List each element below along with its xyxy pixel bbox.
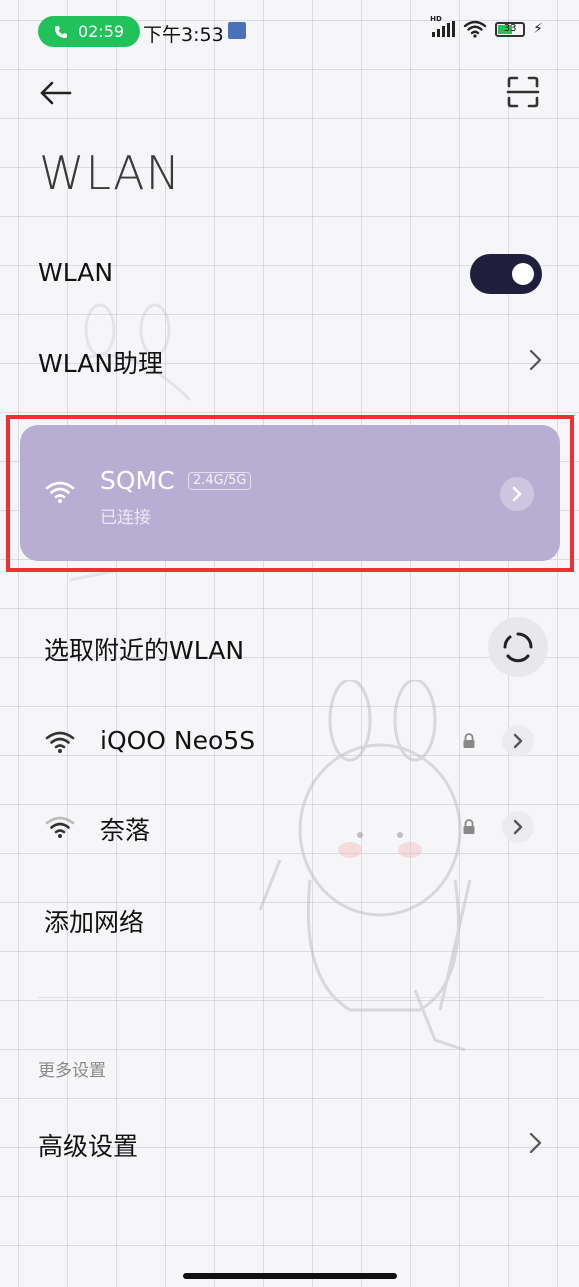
page-title: WLAN: [39, 146, 182, 200]
charging-icon: ⚡: [533, 21, 543, 37]
connection-status: 已连接: [100, 508, 151, 528]
network-details-button[interactable]: [502, 811, 534, 843]
wifi-signal-icon: [45, 731, 75, 753]
network-details-button[interactable]: [502, 725, 534, 757]
connected-ssid: SQMC: [100, 466, 175, 495]
wlan-assistant-label: WLAN助理: [38, 349, 164, 378]
lock-icon: [463, 819, 475, 834]
battery-level: 33: [503, 22, 517, 34]
wlan-toggle-label: WLAN: [38, 258, 114, 287]
nearby-networks-title: 选取附近的WLAN: [44, 636, 245, 665]
refresh-icon: [503, 632, 533, 663]
ongoing-call-indicator[interactable]: 02:59: [38, 16, 140, 47]
scan-qr-icon[interactable]: [505, 75, 541, 109]
status-icons: HD 33 ⚡: [430, 15, 543, 38]
chevron-right-icon: [529, 1132, 542, 1154]
toggle-knob: [512, 263, 534, 285]
wifi-status-icon: [463, 20, 487, 38]
call-duration: 02:59: [77, 22, 125, 41]
cellular-signal-icon: HD: [430, 15, 456, 37]
network-list-item[interactable]: [0, 796, 579, 856]
back-arrow-icon[interactable]: [38, 78, 74, 108]
band-badge: 2.4G/5G: [188, 472, 252, 490]
status-clock: 下午3:53: [143, 24, 224, 46]
lock-icon: [463, 733, 475, 748]
wifi-signal-icon: [45, 816, 75, 838]
chevron-right-icon: [512, 486, 522, 502]
battery-icon: 33: [495, 21, 526, 37]
network-list-item[interactable]: [0, 710, 579, 770]
more-settings-section-title: 更多设置: [38, 1061, 106, 1081]
wlan-toggle-switch[interactable]: [470, 254, 542, 294]
chevron-right-icon: [513, 733, 523, 749]
gallery-notification-icon: [228, 22, 246, 39]
refresh-button[interactable]: [488, 617, 548, 677]
network-name: iQOO Neo5S: [100, 726, 256, 755]
home-indicator[interactable]: [183, 1273, 397, 1279]
chevron-right-icon: [513, 819, 523, 835]
network-details-button[interactable]: [500, 477, 534, 511]
add-network-button[interactable]: 添加网络: [44, 903, 144, 939]
phone-icon: [54, 25, 67, 38]
chevron-right-icon: [529, 349, 542, 371]
divider: [38, 997, 544, 998]
network-name: 奈落: [100, 816, 151, 845]
wifi-connected-icon: [45, 481, 75, 503]
advanced-settings-label: 高级设置: [38, 1132, 139, 1161]
hd-badge: HD: [430, 15, 442, 23]
